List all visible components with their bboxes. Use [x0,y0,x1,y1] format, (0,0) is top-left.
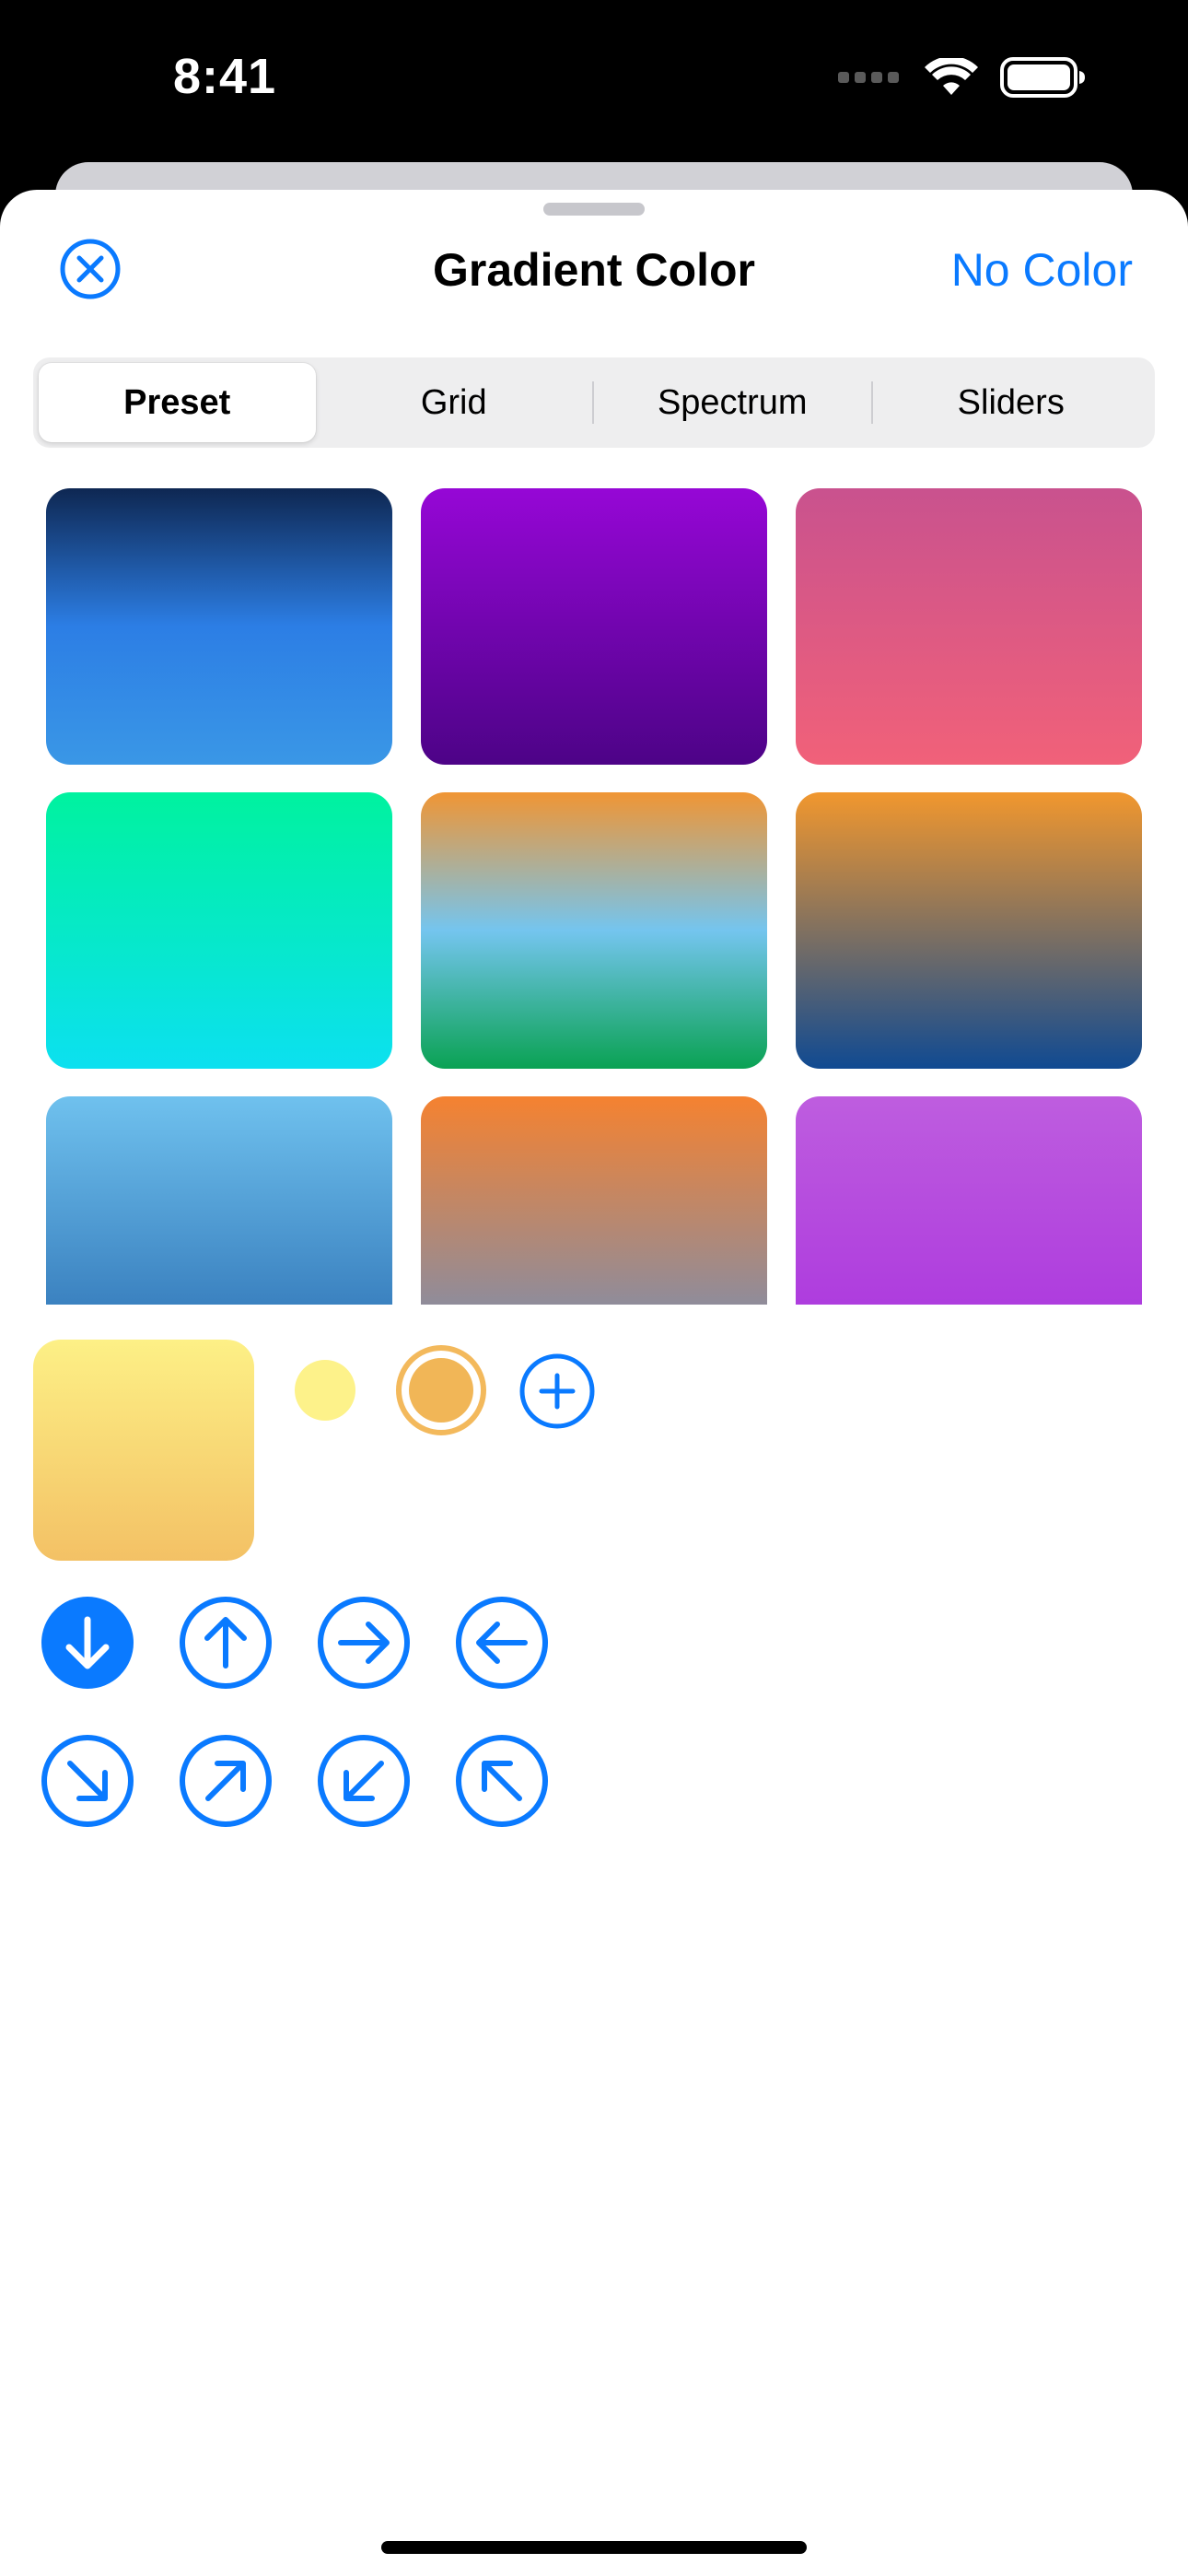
arrow-up-icon[interactable] [177,1594,274,1692]
arrow-up-left-icon[interactable] [453,1732,551,1830]
arrow-down-left-icon[interactable] [315,1732,413,1830]
segment-sliders[interactable]: Sliders [873,363,1150,442]
preset-swatch[interactable] [421,792,767,1069]
battery-icon [1000,57,1085,98]
status-time: 8:41 [173,49,277,104]
preset-swatch[interactable] [46,1096,392,1305]
preset-grid [46,488,1142,1305]
arrow-down-icon[interactable] [39,1594,136,1692]
color-stop-1[interactable] [295,1360,355,1421]
gradient-preview [33,1340,254,1561]
preset-swatch[interactable] [796,488,1142,765]
home-indicator [381,2541,807,2554]
cellular-icon [838,72,899,83]
preset-swatch[interactable] [796,792,1142,1069]
segment-preset[interactable]: Preset [39,363,316,442]
segment-grid[interactable]: Grid [316,363,593,442]
sheet-grabber[interactable] [543,203,645,216]
arrow-left-icon[interactable] [453,1594,551,1692]
arrow-up-right-icon[interactable] [177,1732,274,1830]
plus-circle-icon[interactable] [518,1352,597,1431]
segment-spectrum[interactable]: Spectrum [594,363,871,442]
wifi-icon [925,58,978,95]
preset-swatch[interactable] [421,488,767,765]
color-stop-2-selected[interactable] [396,1345,486,1435]
preset-swatch[interactable] [796,1096,1142,1305]
gradient-color-sheet: Gradient Color No Color Preset Grid Spec… [0,190,1188,2576]
screen: 8:41 Gradient Color No Color Preset Grid [0,0,1188,2576]
no-color-button[interactable]: No Color [951,243,1133,297]
preset-swatch[interactable] [46,792,392,1069]
arrow-right-icon[interactable] [315,1594,413,1692]
arrow-down-right-icon[interactable] [39,1732,136,1830]
preset-swatch[interactable] [421,1096,767,1305]
preset-swatch[interactable] [46,488,392,765]
mode-segmented-control: Preset Grid Spectrum Sliders [33,357,1155,448]
status-icons [838,57,1087,98]
